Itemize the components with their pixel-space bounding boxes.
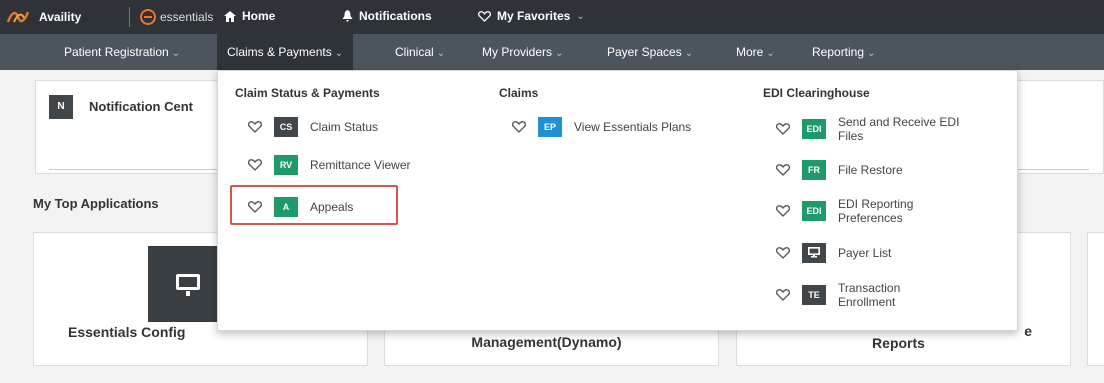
favorite-heart-icon[interactable]: [776, 289, 790, 301]
home-label: Home: [242, 9, 276, 23]
app-card-partial[interactable]: [1087, 232, 1104, 366]
column-heading: Claims: [499, 86, 539, 100]
nav-more[interactable]: More ⌄: [726, 34, 785, 70]
menu-item-edi-reporting-preferences[interactable]: EDI EDI Reporting Preferences: [776, 197, 948, 225]
favorite-heart-icon[interactable]: [776, 247, 790, 259]
app-tile: EDI: [802, 119, 826, 139]
availity-logo-icon: [6, 11, 30, 23]
bell-icon: [342, 10, 353, 22]
chevron-down-icon: ⌄: [576, 10, 585, 22]
notifications-label: Notifications: [359, 9, 432, 23]
menu-item-label: Appeals: [310, 200, 354, 214]
column-heading: Claim Status & Payments: [235, 86, 380, 100]
monitor-icon: [802, 243, 826, 263]
app-card-label: Reports: [872, 335, 925, 351]
chevron-down-icon: ⌄: [555, 48, 564, 59]
app-tile: EDI: [802, 201, 826, 221]
top-applications-heading: My Top Applications: [33, 196, 159, 211]
favorite-heart-icon[interactable]: [776, 123, 790, 135]
favorites-label: My Favorites: [497, 9, 571, 23]
nav-reporting[interactable]: Reporting ⌄: [802, 34, 885, 70]
menu-item-label: Payer List: [838, 246, 892, 260]
menu-item-label: EDI Reporting Preferences: [838, 197, 914, 225]
top-bar: Availity essentials Home Notifications M…: [0, 0, 1104, 34]
favorite-heart-icon[interactable]: [248, 201, 262, 213]
menu-item-file-restore[interactable]: FR File Restore: [776, 160, 903, 180]
chevron-down-icon: ⌄: [171, 48, 181, 59]
menu-item-appeals[interactable]: A Appeals: [248, 197, 353, 217]
notification-center-title: Notification Cent: [89, 99, 193, 114]
chevron-down-icon: ⌄: [766, 48, 775, 59]
essentials-logo[interactable]: essentials: [140, 9, 213, 25]
menu-item-label: Send and Receive EDI Files: [838, 115, 960, 143]
notifications-link[interactable]: Notifications: [342, 9, 432, 23]
nav-label: More: [736, 45, 764, 59]
menu-item-remittance-viewer[interactable]: RV Remittance Viewer: [248, 155, 411, 175]
home-link[interactable]: Home: [224, 9, 275, 23]
nav-label: Patient Registration: [64, 45, 169, 59]
chevron-down-icon: ⌄: [867, 48, 876, 59]
nav-label: Reporting: [812, 45, 865, 59]
nav-label: Payer Spaces: [607, 45, 682, 59]
app-tile: RV: [274, 155, 298, 175]
chevron-down-icon: ⌄: [436, 48, 446, 59]
favorites-link[interactable]: My Favorites ⌄: [478, 9, 585, 23]
app-tile: A: [274, 197, 298, 217]
nav-my-providers[interactable]: My Providers ⌄: [472, 34, 573, 70]
favorite-heart-icon[interactable]: [776, 164, 790, 176]
menu-item-claim-status[interactable]: CS Claim Status: [248, 117, 378, 137]
app-tile: FR: [802, 160, 826, 180]
app-icon: [148, 246, 228, 322]
essentials-label: essentials: [160, 10, 214, 24]
menu-item-label: File Restore: [838, 163, 903, 177]
availity-logo[interactable]: Availity: [6, 9, 81, 25]
nav-claims-payments[interactable]: Claims & Payments ⌄: [217, 34, 354, 70]
app-tile: TE: [802, 285, 826, 305]
app-tile: CS: [274, 117, 298, 137]
brand-name: Availity: [39, 10, 82, 24]
essentials-icon: [140, 9, 156, 25]
favorite-heart-icon[interactable]: [776, 205, 790, 217]
app-card-label: Management(Dynamo): [471, 334, 622, 350]
nav-payer-spaces[interactable]: Payer Spaces ⌄: [597, 34, 703, 70]
menu-item-payer-list[interactable]: Payer List: [776, 243, 891, 263]
menu-item-view-essentials-plans[interactable]: EP View Essentials Plans: [512, 117, 691, 137]
monitor-icon: [176, 274, 200, 296]
divider: [129, 7, 130, 27]
heart-outline-icon: [478, 10, 491, 22]
chevron-down-icon: ⌄: [684, 48, 694, 59]
app-tile: EP: [538, 117, 562, 137]
menu-item-label: Claim Status: [310, 120, 379, 134]
menu-item-transaction-enrollment[interactable]: TE Transaction Enrollment: [776, 281, 928, 309]
main-nav: Patient Registration ⌄ Claims & Payments ⌄…: [0, 34, 1104, 70]
nav-label: Clinical: [395, 45, 434, 59]
favorite-heart-icon[interactable]: [512, 121, 526, 133]
nav-clinical[interactable]: Clinical ⌄: [385, 34, 455, 70]
claims-payments-dropdown: Claim Status & Payments Claims EDI Clear…: [217, 70, 1018, 331]
menu-item-label: View Essentials Plans: [574, 120, 692, 134]
column-heading: EDI Clearinghouse: [763, 86, 870, 100]
nav-label: Claims & Payments: [227, 45, 332, 59]
menu-item-send-receive-edi[interactable]: EDI Send and Receive EDI Files: [776, 115, 988, 143]
favorite-heart-icon[interactable]: [248, 121, 262, 133]
home-icon: [224, 10, 236, 22]
nav-patient-registration[interactable]: Patient Registration ⌄: [54, 34, 190, 70]
notification-badge: N: [49, 95, 73, 119]
nav-label: My Providers: [482, 45, 553, 59]
chevron-down-icon: ⌄: [334, 48, 344, 59]
menu-item-label: Remittance Viewer: [310, 158, 411, 172]
favorite-heart-icon[interactable]: [248, 159, 262, 171]
menu-item-label: Transaction Enrollment: [838, 281, 901, 309]
